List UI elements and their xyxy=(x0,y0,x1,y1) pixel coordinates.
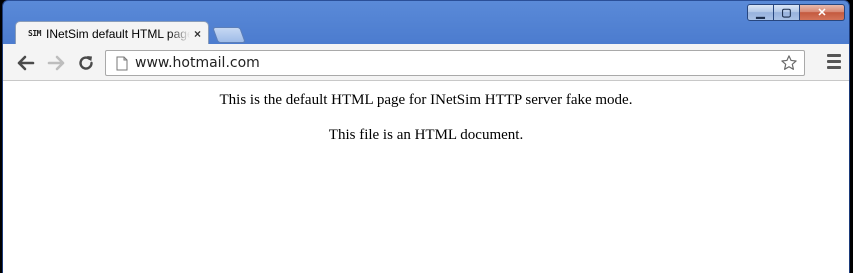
bookmark-button[interactable] xyxy=(778,52,800,74)
page-icon xyxy=(115,55,129,71)
browser-window: ▁ ▢ ✕ SIM INetSim default HTML page × ww… xyxy=(2,0,850,273)
page-content: This is the default HTML page for INetSi… xyxy=(3,81,849,273)
minimize-icon: ▁ xyxy=(756,7,765,19)
url-text[interactable]: www.hotmail.com xyxy=(135,55,778,71)
maximize-button[interactable]: ▢ xyxy=(774,4,800,21)
toolbar: www.hotmail.com xyxy=(3,44,849,81)
star-icon xyxy=(781,55,797,70)
arrow-right-icon xyxy=(47,55,65,71)
address-bar[interactable]: www.hotmail.com xyxy=(105,50,805,76)
tab-close-icon[interactable]: × xyxy=(194,27,201,41)
favicon-icon: SIM xyxy=(28,29,41,38)
tab-active[interactable]: SIM INetSim default HTML page × xyxy=(15,21,209,45)
tab-title: INetSim default HTML page xyxy=(46,26,190,41)
reload-button[interactable] xyxy=(75,52,97,74)
back-button[interactable] xyxy=(15,52,37,74)
page-text-line-1: This is the default HTML page for INetSi… xyxy=(219,92,633,108)
reload-icon xyxy=(79,56,93,70)
forward-button[interactable] xyxy=(45,52,67,74)
new-tab-button[interactable] xyxy=(212,27,246,43)
hamburger-menu-icon[interactable] xyxy=(827,54,841,70)
page-text-line-2: This file is an HTML document. xyxy=(328,127,524,143)
close-icon: ✕ xyxy=(817,7,827,19)
window-close-button[interactable]: ✕ xyxy=(800,4,845,21)
maximize-icon: ▢ xyxy=(781,7,792,19)
arrow-left-icon xyxy=(17,55,35,71)
minimize-button[interactable]: ▁ xyxy=(747,4,774,21)
window-controls: ▁ ▢ ✕ xyxy=(747,4,845,23)
